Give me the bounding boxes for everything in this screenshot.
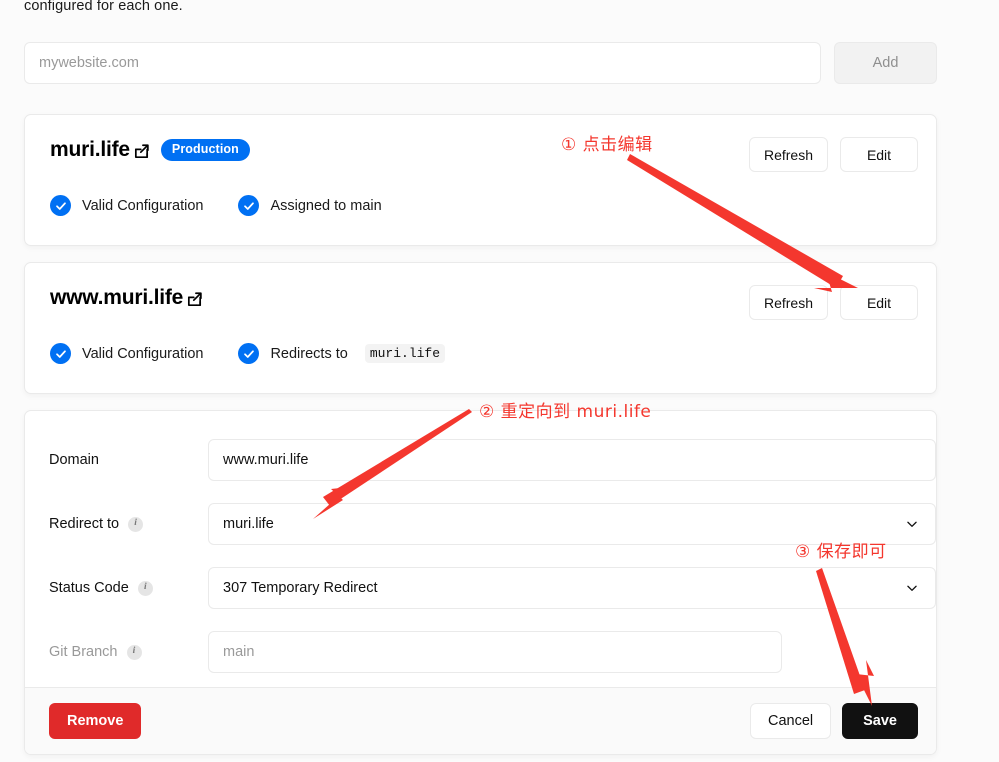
add-domain-row: Add bbox=[24, 42, 937, 84]
status-label: Valid Configuration bbox=[82, 345, 204, 362]
check-circle-icon bbox=[50, 343, 71, 364]
intro-text: configured for each one. bbox=[24, 0, 183, 14]
domain-card-www: www.muri.life Valid Configuration Redire… bbox=[24, 262, 937, 394]
edit-button[interactable]: Edit bbox=[840, 285, 918, 320]
status-code-value: 307 Temporary Redirect bbox=[223, 580, 378, 596]
domain-card-actions: Refresh Edit bbox=[748, 137, 918, 172]
domain-status-row: Valid Configuration Redirects to muri.li… bbox=[50, 343, 446, 364]
domain-card-production: muri.life Production Valid Configuration… bbox=[24, 114, 937, 246]
info-icon[interactable]: i bbox=[128, 516, 144, 532]
status-label: Redirects to bbox=[270, 345, 348, 362]
info-icon[interactable]: i bbox=[126, 644, 142, 660]
status-code-select[interactable]: 307 Temporary Redirect bbox=[208, 567, 936, 609]
status-code-label: Status Code i bbox=[49, 580, 153, 596]
label-text: Git Branch bbox=[49, 644, 118, 660]
remove-button[interactable]: Remove bbox=[49, 703, 142, 739]
label-text: Redirect to bbox=[49, 516, 120, 532]
label-text: Domain bbox=[49, 452, 99, 468]
check-circle-icon bbox=[238, 195, 260, 216]
refresh-button[interactable]: Refresh bbox=[748, 285, 828, 320]
footer-actions: Cancel Save bbox=[749, 703, 918, 739]
label-text: Status Code bbox=[49, 580, 129, 596]
domain-edit-form-card: Domain www.muri.life Redirect to i muri.… bbox=[24, 410, 937, 755]
domain-title: muri.life bbox=[50, 138, 150, 162]
domain-card-header: muri.life Production bbox=[50, 138, 250, 162]
redirect-target-code: muri.life bbox=[364, 344, 446, 363]
domain-field-label: Domain bbox=[49, 452, 99, 468]
domain-field[interactable]: www.muri.life bbox=[208, 439, 936, 481]
git-branch-placeholder: main bbox=[223, 644, 255, 660]
status-redirects-to: Redirects to muri.life bbox=[238, 343, 446, 364]
domain-title-text: www.muri.life bbox=[50, 286, 184, 309]
add-domain-button[interactable]: Add bbox=[834, 42, 937, 84]
refresh-button[interactable]: Refresh bbox=[748, 137, 828, 172]
domain-title: www.muri.life bbox=[50, 286, 203, 310]
git-branch-field[interactable]: main bbox=[208, 631, 782, 673]
redirect-to-select[interactable]: muri.life bbox=[208, 503, 936, 545]
status-assigned-branch: Assigned to main bbox=[238, 195, 382, 216]
save-button[interactable]: Save bbox=[842, 703, 918, 739]
domain-edit-form-body: Domain www.muri.life Redirect to i muri.… bbox=[25, 411, 936, 689]
redirect-to-label: Redirect to i bbox=[49, 516, 144, 532]
domain-status-row: Valid Configuration Assigned to main bbox=[50, 195, 382, 216]
form-row-git-branch: Git Branch i main bbox=[25, 631, 936, 673]
form-row-domain: Domain www.muri.life bbox=[25, 439, 936, 481]
redirect-to-value: muri.life bbox=[223, 516, 274, 532]
edit-button[interactable]: Edit bbox=[840, 137, 918, 172]
status-valid-configuration: Valid Configuration bbox=[50, 343, 203, 364]
domain-field-value: www.muri.life bbox=[223, 452, 309, 468]
new-domain-input[interactable] bbox=[24, 42, 821, 84]
cancel-button[interactable]: Cancel bbox=[749, 703, 832, 739]
form-footer: Remove Cancel Save bbox=[25, 687, 936, 754]
check-circle-icon bbox=[50, 195, 71, 216]
form-row-redirect-to: Redirect to i muri.life bbox=[25, 503, 936, 545]
info-icon[interactable]: i bbox=[137, 580, 153, 596]
domain-title-text: muri.life bbox=[50, 138, 130, 161]
domains-settings-page: configured for each one. Add muri.life bbox=[0, 0, 999, 762]
external-link-icon[interactable] bbox=[186, 291, 203, 308]
chevron-down-icon bbox=[905, 517, 919, 531]
status-label: Valid Configuration bbox=[82, 197, 204, 214]
check-circle-icon bbox=[238, 343, 260, 364]
status-valid-configuration: Valid Configuration bbox=[50, 195, 203, 216]
form-row-status-code: Status Code i 307 Temporary Redirect bbox=[25, 567, 936, 609]
status-label: Assigned to main bbox=[270, 197, 382, 214]
domain-card-actions: Refresh Edit bbox=[748, 285, 918, 320]
external-link-icon[interactable] bbox=[133, 143, 150, 160]
domain-card-header: www.muri.life bbox=[50, 286, 203, 310]
production-badge: Production bbox=[160, 139, 250, 161]
git-branch-label: Git Branch i bbox=[49, 644, 142, 660]
chevron-down-icon bbox=[905, 581, 919, 595]
